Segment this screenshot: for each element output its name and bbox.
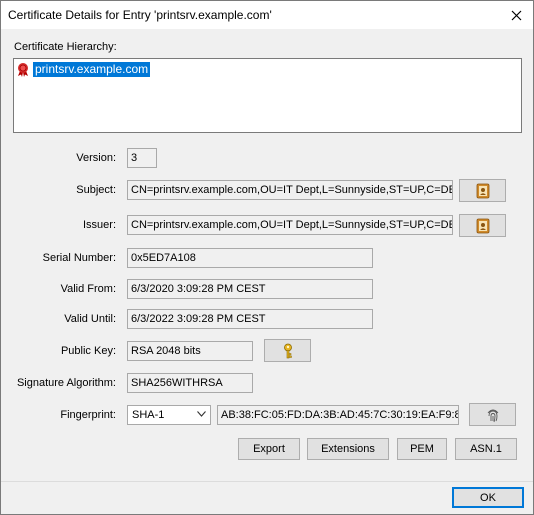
public-key-label: Public Key:: [60, 345, 116, 357]
valid-until-label: Valid Until:: [64, 313, 116, 325]
valid-until-field[interactable]: 6/3/2022 3:09:28 PM CEST: [127, 309, 373, 329]
fingerprint-label: Fingerprint:: [60, 409, 116, 421]
issuer-details-button[interactable]: [459, 214, 506, 237]
pem-button[interactable]: PEM: [397, 438, 447, 460]
fingerprint-algorithm-select[interactable]: SHA-1: [127, 405, 211, 425]
version-field[interactable]: 3: [127, 148, 157, 168]
certificate-hierarchy-tree[interactable]: printsrv.example.com: [13, 58, 522, 133]
address-book-icon: [476, 183, 489, 198]
issuer-label: Issuer:: [82, 219, 116, 231]
fingerprint-copy-button[interactable]: [469, 403, 516, 426]
export-button-label: Export: [253, 443, 285, 455]
subject-details-button[interactable]: [459, 179, 506, 202]
ok-button-label: OK: [480, 491, 496, 504]
serial-number-label: Serial Number:: [42, 252, 116, 264]
fingerprint-value-field[interactable]: AB:38:FC:05:FD:DA:3B:AD:45:7C:30:19:EA:F…: [217, 405, 459, 425]
extensions-button[interactable]: Extensions: [307, 438, 389, 460]
tree-item-certificate[interactable]: printsrv.example.com: [16, 62, 151, 77]
certificate-hierarchy-label: Certificate Hierarchy:: [14, 41, 117, 53]
close-button[interactable]: [499, 1, 533, 29]
signature-algorithm-field[interactable]: SHA256WITHRSA: [127, 373, 253, 393]
certificate-details-dialog: Certificate Details for Entry 'printsrv.…: [0, 0, 534, 515]
close-icon: [511, 10, 521, 20]
serial-number-field[interactable]: 0x5ED7A108: [127, 248, 373, 268]
title-bar: Certificate Details for Entry 'printsrv.…: [1, 1, 533, 29]
extensions-button-label: Extensions: [321, 443, 375, 455]
key-icon: [283, 343, 292, 358]
fingerprint-icon: [487, 409, 498, 422]
tree-item-label: printsrv.example.com: [33, 62, 151, 77]
issuer-field[interactable]: CN=printsrv.example.com,OU=IT Dept,L=Sun…: [127, 215, 453, 235]
pem-button-label: PEM: [410, 443, 434, 455]
signature-algorithm-label: Signature Algorithm:: [16, 377, 116, 389]
ok-button[interactable]: OK: [452, 487, 524, 508]
chevron-down-icon: [197, 411, 206, 417]
fingerprint-algorithm-value: SHA-1: [132, 409, 165, 421]
dialog-footer: OK: [1, 481, 533, 514]
public-key-field[interactable]: RSA 2048 bits: [127, 341, 253, 361]
certificate-seal-icon: [18, 63, 28, 77]
subject-field[interactable]: CN=printsrv.example.com,OU=IT Dept,L=Sun…: [127, 180, 453, 200]
valid-from-field[interactable]: 6/3/2020 3:09:28 PM CEST: [127, 279, 373, 299]
address-book-icon: [476, 218, 489, 233]
window-title: Certificate Details for Entry 'printsrv.…: [8, 8, 272, 22]
export-button[interactable]: Export: [238, 438, 300, 460]
subject-label: Subject:: [76, 184, 116, 196]
asn1-button[interactable]: ASN.1: [455, 438, 517, 460]
public-key-details-button[interactable]: [264, 339, 311, 362]
version-label: Version:: [76, 152, 116, 164]
valid-from-label: Valid From:: [60, 283, 116, 295]
dialog-content: Certificate Hierarchy: printsrv.example.…: [1, 29, 533, 481]
asn1-button-label: ASN.1: [470, 443, 502, 455]
